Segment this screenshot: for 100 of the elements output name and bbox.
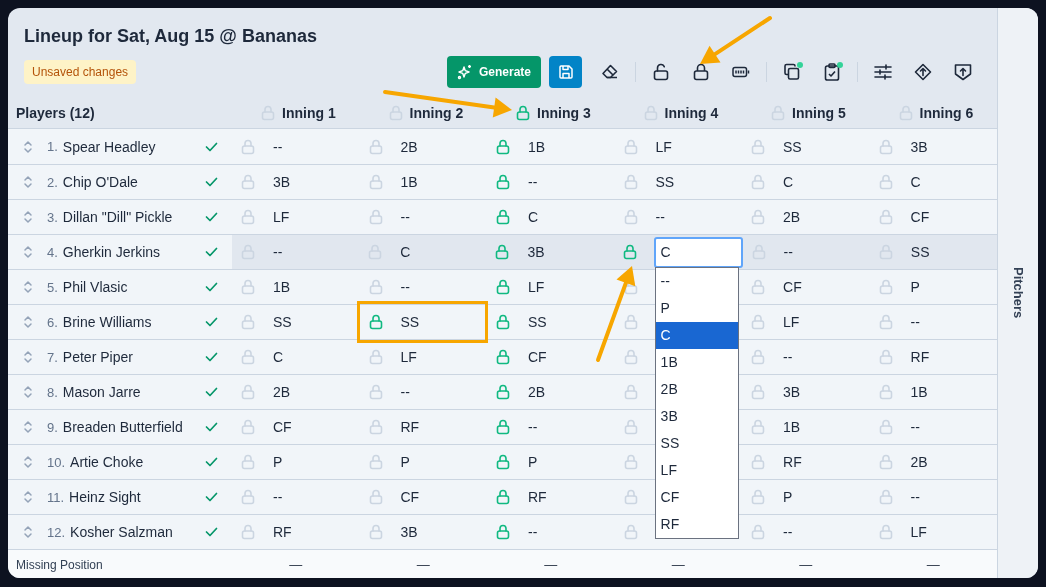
lock-icon[interactable] <box>368 209 383 225</box>
lock-icon[interactable] <box>878 384 893 400</box>
reorder-icon[interactable] <box>23 280 33 294</box>
lock-icon[interactable] <box>496 384 510 400</box>
lock-icon[interactable] <box>751 454 765 470</box>
lock-icon[interactable] <box>496 209 510 225</box>
dropdown-option[interactable]: SS <box>655 429 738 457</box>
lock-icon[interactable] <box>368 349 383 365</box>
pitchers-panel[interactable]: Pitchers <box>997 8 1038 578</box>
lock-icon[interactable] <box>496 279 510 295</box>
pitchers-tab[interactable]: Pitchers <box>1010 267 1026 319</box>
lock-icon[interactable] <box>751 279 765 295</box>
lock-icon[interactable] <box>751 524 765 540</box>
lock-icon[interactable] <box>241 454 255 470</box>
lock-icon[interactable] <box>623 454 638 470</box>
lock-icon[interactable] <box>496 454 510 470</box>
lock-icon[interactable] <box>368 174 383 190</box>
lock-icon[interactable] <box>751 138 765 155</box>
lock-icon[interactable] <box>241 174 255 190</box>
lock-icon[interactable] <box>623 524 638 540</box>
lock-icon[interactable] <box>878 279 893 295</box>
lock-icon[interactable] <box>623 349 638 365</box>
lock-icon[interactable] <box>496 524 510 540</box>
lock-icon[interactable] <box>241 419 255 435</box>
lock-icon[interactable] <box>241 384 255 400</box>
reorder-icon[interactable] <box>23 525 33 539</box>
lock-icon[interactable] <box>241 489 255 505</box>
lock-icon[interactable] <box>368 489 383 505</box>
lock-icon[interactable] <box>623 174 638 190</box>
dropdown-option[interactable]: RF <box>655 510 738 538</box>
dropdown-option[interactable]: P <box>655 294 738 322</box>
reorder-icon[interactable] <box>23 490 33 504</box>
position-value: C <box>910 174 921 190</box>
lock-icon[interactable] <box>623 384 638 400</box>
lock-icon[interactable] <box>368 138 383 155</box>
lock-icon[interactable] <box>878 524 893 540</box>
lock-icon[interactable] <box>496 314 510 330</box>
lock-icon[interactable] <box>241 349 255 365</box>
position-value: 2B <box>910 454 928 470</box>
lock-icon[interactable] <box>516 105 530 121</box>
dropdown-option[interactable]: C <box>655 321 738 349</box>
reorder-icon[interactable] <box>23 385 33 399</box>
diamond-arrow-icon <box>914 63 933 81</box>
lock-icon[interactable] <box>368 419 383 435</box>
lock-icon[interactable] <box>878 349 893 365</box>
lock-icon[interactable] <box>751 314 765 330</box>
shield-arrow-icon <box>954 63 973 81</box>
lock-icon[interactable] <box>496 349 510 365</box>
lock-icon[interactable] <box>241 524 255 540</box>
lock-icon[interactable] <box>496 489 510 505</box>
reorder-icon[interactable] <box>23 350 33 364</box>
lock-icon[interactable] <box>622 244 637 260</box>
lock-icon[interactable] <box>496 138 510 155</box>
reorder-icon[interactable] <box>23 420 33 434</box>
lock-icon[interactable] <box>751 209 765 225</box>
lock-icon[interactable] <box>241 314 255 330</box>
lock-icon[interactable] <box>623 419 638 435</box>
lock-icon[interactable] <box>878 174 893 190</box>
lock-icon[interactable] <box>368 314 383 330</box>
lock-icon[interactable] <box>878 489 893 505</box>
lock-icon[interactable] <box>368 454 383 470</box>
lock-icon[interactable] <box>751 489 765 505</box>
lock-icon[interactable] <box>751 349 765 365</box>
position-value: -- <box>400 384 410 400</box>
lock-icon[interactable] <box>496 174 510 190</box>
lock-icon[interactable] <box>878 454 893 470</box>
reorder-icon[interactable] <box>23 315 33 329</box>
lock-icon[interactable] <box>623 209 638 225</box>
generate-button[interactable]: Generate <box>447 56 542 88</box>
lock-icon[interactable] <box>878 209 893 225</box>
lock-icon[interactable] <box>368 524 383 540</box>
dropdown-option[interactable]: 1B <box>655 348 738 376</box>
dropdown-option[interactable]: 3B <box>655 402 738 430</box>
lock-icon[interactable] <box>751 419 765 435</box>
lock-icon[interactable] <box>623 489 638 505</box>
dropdown-option[interactable]: -- <box>655 267 738 295</box>
lock-icon[interactable] <box>241 209 255 225</box>
lock-icon[interactable] <box>368 384 383 400</box>
lock-icon[interactable] <box>878 419 893 435</box>
lock-icon[interactable] <box>751 384 765 400</box>
dropdown-option[interactable]: CF <box>655 483 738 511</box>
lock-icon[interactable] <box>878 138 893 155</box>
lock-icon[interactable] <box>241 138 255 155</box>
lock-icon[interactable] <box>241 279 255 295</box>
lock-icon[interactable] <box>878 314 893 330</box>
reorder-icon[interactable] <box>23 175 33 189</box>
dropdown-option[interactable]: LF <box>655 456 738 484</box>
lock-icon[interactable] <box>368 279 383 295</box>
dropdown-option[interactable]: 2B <box>655 375 738 403</box>
lock-icon[interactable] <box>495 244 510 260</box>
position-select[interactable]: C <box>653 236 743 268</box>
lock-icon[interactable] <box>751 174 765 190</box>
lock-icon[interactable] <box>623 314 638 330</box>
lock-icon[interactable] <box>496 419 510 435</box>
reorder-icon[interactable] <box>23 455 33 469</box>
lock-icon[interactable] <box>623 138 638 155</box>
save-button[interactable] <box>549 56 583 88</box>
reorder-icon[interactable] <box>23 245 33 259</box>
reorder-icon[interactable] <box>23 210 33 224</box>
reorder-icon[interactable] <box>23 139 33 154</box>
